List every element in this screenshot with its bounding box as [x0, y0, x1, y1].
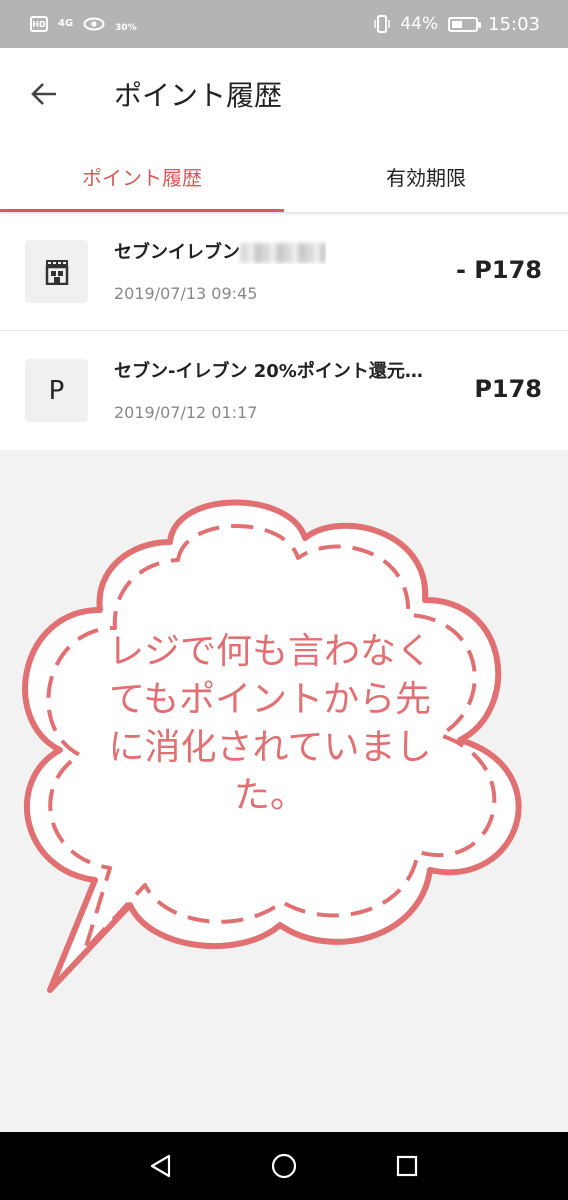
back-button[interactable]: [14, 64, 74, 124]
list-item[interactable]: セブンイレブン 2019/07/13 09:45 - P178: [0, 212, 568, 331]
back-triangle-icon: [151, 1154, 171, 1178]
home-circle-icon: [271, 1153, 297, 1179]
tab-bar: ポイント履歴 有効期限: [0, 140, 568, 212]
list-item-date: 2019/07/12 01:17: [114, 403, 258, 422]
list-item-points: - P178: [455, 256, 542, 284]
nav-back-button[interactable]: [141, 1146, 181, 1186]
list-item[interactable]: P セブン-イレブン 20%ポイント還元… 2019/07/12 01:17 P…: [0, 331, 568, 450]
annotation-text: レジで何も言わなくてもポイントから先に消化されていました。: [107, 631, 432, 816]
data-saver-percent: 30%: [115, 23, 137, 33]
speech-bubble-annotation: レジで何も言わなくてもポイントから先に消化されていました。: [0, 450, 568, 1010]
network-type: 4G: [58, 18, 74, 29]
arrow-left-icon: [31, 83, 56, 105]
list-item-date: 2019/07/13 09:45: [114, 284, 258, 303]
hd-badge: HD: [30, 16, 48, 32]
eye-comfort-icon: [83, 17, 105, 31]
list-item-title-text: セブンイレブン: [114, 242, 240, 263]
list-item-title: セブンイレブン: [114, 238, 326, 264]
point-history-list: セブンイレブン 2019/07/13 09:45 - P178 P セブン-イレ…: [0, 212, 568, 450]
app-bar: ポイント履歴: [0, 48, 568, 140]
battery-level: [452, 20, 462, 28]
store-icon: [25, 240, 88, 303]
status-bar-left: HD 4G 30%: [30, 15, 137, 33]
page-title: ポイント履歴: [114, 79, 283, 112]
battery-percent: 44%: [400, 14, 439, 34]
points-p-icon: P: [25, 359, 88, 422]
tab-point-history[interactable]: ポイント履歴: [0, 140, 284, 212]
recents-square-icon: [396, 1155, 417, 1177]
system-nav-bar: [0, 1132, 568, 1200]
vibrate-icon: [374, 15, 391, 33]
battery-icon: [448, 16, 482, 32]
nav-recents-button[interactable]: [387, 1146, 427, 1186]
nav-home-button[interactable]: [264, 1146, 304, 1186]
status-bar: HD 4G 30% 44% 15:03: [0, 0, 568, 48]
clock: 15:03: [488, 13, 540, 35]
list-item-points: P178: [474, 375, 542, 403]
list-item-title: セブン-イレブン 20%ポイント還元…: [114, 361, 423, 382]
status-bar-right: 44% 15:03: [374, 14, 540, 35]
redacted-text: [240, 243, 326, 263]
tab-expiration[interactable]: 有効期限: [284, 140, 568, 212]
